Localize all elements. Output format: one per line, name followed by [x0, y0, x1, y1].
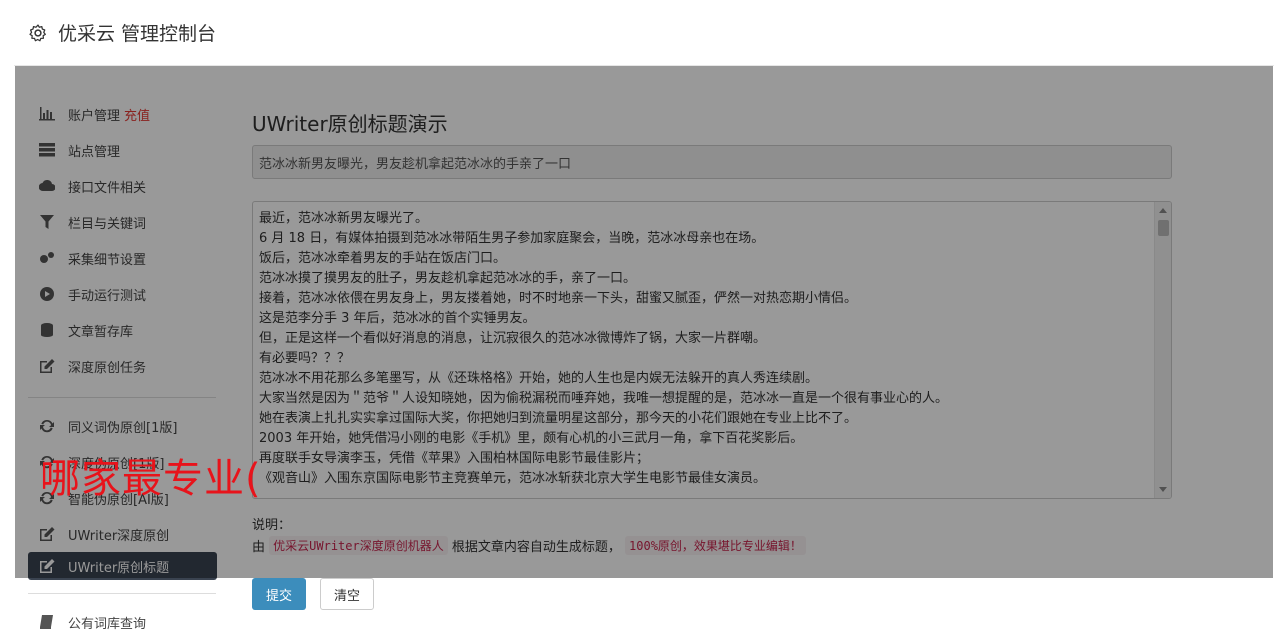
sidebar-item-label: 采集细节设置	[68, 252, 147, 268]
recharge-link[interactable]: 充值	[124, 105, 150, 124]
edit-icon	[38, 559, 56, 573]
content-line: 接着，范冰冰依偎在男友身上，男友搂着她，时不时地亲一下头，甜蜜又腻歪，俨然一对热…	[259, 291, 858, 306]
content-scrollbar[interactable]	[1154, 202, 1171, 498]
sidebar-divider	[28, 397, 216, 398]
sidebar-item-label: 接口文件相关	[68, 180, 147, 196]
sidebar-item-deep-original-task[interactable]: 深度原创任务	[14, 348, 230, 384]
cloud-upload-icon	[38, 179, 56, 193]
sidebar-item-label: 文章暂存库	[68, 324, 134, 340]
sidebar-item-label: 栏目与关键词	[68, 216, 147, 232]
sidebar-divider	[28, 593, 216, 594]
scroll-up-icon[interactable]	[1159, 208, 1167, 213]
sidebar-group-main: 账户管理 充值 站点管理 接口文件相关 栏目与关键词 采集细节设置 手动运行测试…	[14, 66, 230, 384]
content-text: 最近，范冰冰新男友曝光了。 6 月 18 日，有媒体拍摄到范冰冰带陌生男子参加家庭…	[253, 202, 1171, 489]
content-line: 最近，范冰冰新男友曝光了。	[259, 211, 429, 226]
scroll-down-icon[interactable]	[1159, 487, 1167, 492]
sidebar-item-article-store[interactable]: 文章暂存库	[14, 312, 230, 348]
content-textarea[interactable]: 最近，范冰冰新男友曝光了。 6 月 18 日，有媒体拍摄到范冰冰带陌生男子参加家庭…	[252, 201, 1172, 499]
edit-icon	[38, 527, 56, 541]
content-line: 这是范李分手 3 年后，范冰冰的首个实锤男友。	[259, 311, 536, 326]
note-middle: 根据文章内容自动生成标题，	[451, 540, 621, 555]
note-label: 说明：	[252, 518, 292, 533]
content-line: 再度联手女导演李玉，凭借《苹果》入围柏林国际电影节最佳影片；	[259, 451, 650, 466]
sidebar-item-label: 同义词伪原创[1版]	[68, 420, 178, 436]
sidebar-item-label: 账户管理	[68, 108, 121, 124]
sidebar-group-library: 公有词库查询	[14, 604, 230, 640]
content-line: 范冰冰摸了摸男友的肚子，男友趁机拿起范冰冰的手，亲了一口。	[259, 271, 637, 286]
app-title: 优采云 管理控制台	[58, 23, 217, 45]
edit-icon	[38, 359, 56, 373]
play-circle-icon	[38, 287, 56, 301]
content-line: 饭后，范冰冰牵着男友的手站在饭店门口。	[259, 251, 507, 266]
sidebar-item-label: UWriter原创标题	[68, 560, 170, 576]
title-field[interactable]: 范冰冰新男友曝光，男友趁机拿起范冰冰的手亲了一口	[252, 145, 1172, 179]
server-icon	[38, 143, 56, 157]
content-line: 但，正是这样一个看似好消息的消息，让沉寂很久的范冰冰微博炸了锅，大家一片群嘲。	[259, 331, 767, 346]
original-claim-code: 100%原创，效果堪比专业编辑！	[625, 536, 806, 555]
sidebar-item-uwriter-deep[interactable]: UWriter深度原创	[14, 516, 230, 552]
content-line: 《观音山》入围东京国际电影节主竞赛单元，范冰冰斩获北京大学生电影节最佳女演员。	[259, 471, 767, 486]
sidebar-item-synonym-rewrite[interactable]: 同义词伪原创[1版]	[14, 408, 230, 444]
page-title: UWriter原创标题演示	[252, 112, 448, 136]
submit-button[interactable]: 提交	[252, 578, 306, 610]
cogs-icon	[38, 251, 56, 265]
sidebar-item-keywords[interactable]: 栏目与关键词	[14, 204, 230, 240]
note-text: 由 优采云UWriter深度原创机器人 根据文章内容自动生成标题， 100%原创…	[252, 536, 806, 555]
book-icon	[38, 615, 56, 629]
sidebar-item-collect-settings[interactable]: 采集细节设置	[14, 240, 230, 276]
note-prefix: 由	[252, 540, 266, 555]
content-line: 她在表演上扎扎实实拿过国际大奖，你把她归到流量明星这部分，那今天的小花们跟她在专…	[259, 411, 858, 426]
content-line: 6 月 18 日，有媒体拍摄到范冰冰带陌生男子参加家庭聚会，当晚，范冰冰母亲也在…	[259, 231, 765, 246]
sidebar-item-sites[interactable]: 站点管理	[14, 132, 230, 168]
refresh-icon	[38, 419, 56, 433]
sidebar-item-public-lexicon[interactable]: 公有词库查询	[14, 604, 230, 640]
sidebar-item-label: UWriter深度原创	[68, 528, 170, 544]
sidebar-item-manual-run[interactable]: 手动运行测试	[14, 276, 230, 312]
sidebar-item-label: 手动运行测试	[68, 288, 147, 304]
bar-chart-icon	[38, 107, 56, 121]
sidebar-item-interface[interactable]: 接口文件相关	[14, 168, 230, 204]
robot-name-code: 优采云UWriter深度原创机器人	[269, 536, 448, 555]
title-field-value: 范冰冰新男友曝光，男友趁机拿起范冰冰的手亲了一口	[259, 156, 572, 172]
content-line: 大家当然是因为＂范爷＂人设知晓她，因为偷税漏税而唾弃她，我唯一想提醒的是，范冰冰…	[259, 391, 949, 406]
scroll-thumb[interactable]	[1158, 220, 1169, 236]
database-icon	[38, 323, 56, 337]
sidebar-item-account[interactable]: 账户管理 充值	[14, 96, 230, 132]
filter-icon	[38, 215, 56, 229]
sidebar-item-uwriter-title[interactable]: UWriter原创标题	[28, 552, 217, 580]
clear-button[interactable]: 清空	[320, 578, 374, 610]
content-line: 有必要吗？？？	[259, 351, 351, 366]
sidebar: 账户管理 充值 站点管理 接口文件相关 栏目与关键词 采集细节设置 手动运行测试…	[14, 66, 230, 642]
content-line: 2003 年开始，她凭借冯小刚的电影《手机》里，颇有心机的小三武月一角，拿下百花…	[259, 431, 804, 446]
sidebar-item-label: 公有词库查询	[68, 616, 147, 632]
top-header: 优采云 管理控制台	[14, 0, 1274, 66]
sidebar-item-label: 站点管理	[68, 144, 121, 160]
watermark-text: 哪家最专业(	[40, 456, 262, 502]
content-line: 范冰冰不用花那么多笔墨写，从《还珠格格》开始，她的人生也是内娱无法躲开的真人秀连…	[259, 371, 819, 386]
sidebar-item-label: 深度原创任务	[68, 360, 147, 376]
gear-icon	[29, 23, 46, 41]
